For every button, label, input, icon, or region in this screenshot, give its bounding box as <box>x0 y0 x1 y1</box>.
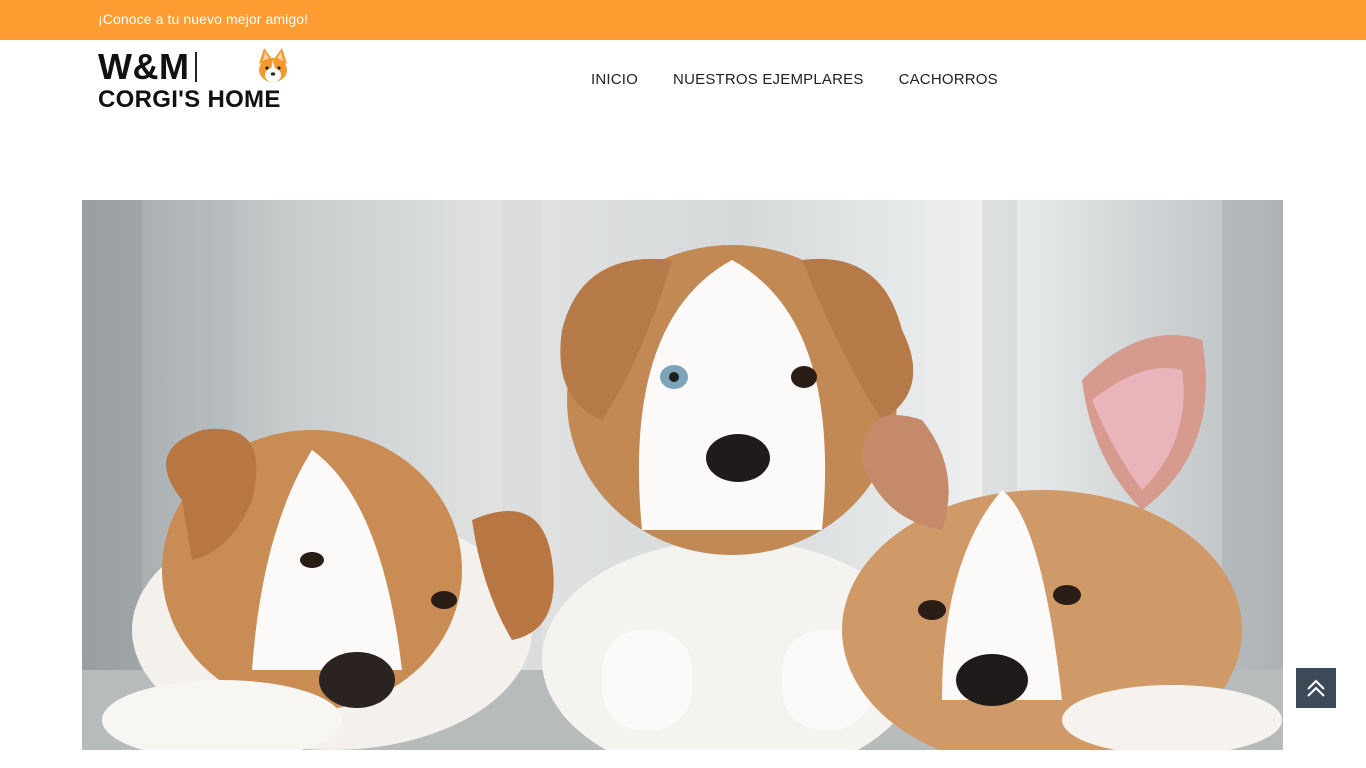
hero-puppies-image <box>82 200 1283 750</box>
puppies-illustration <box>82 200 1283 750</box>
nav-item-cachorros[interactable]: CACHORROS <box>899 71 998 88</box>
logo-wordmark: W&M <box>98 48 203 86</box>
top-announcement-bar: ¡Conoce a tu nuevo mejor amigo! <box>0 0 1366 40</box>
logo-brand-text: W&M <box>98 46 190 87</box>
left-puppy <box>102 428 554 750</box>
tagline-text: ¡Conoce a tu nuevo mejor amigo! <box>98 11 309 27</box>
scroll-to-top-button[interactable] <box>1296 668 1336 708</box>
logo-subtitle: CORGI'S HOME <box>98 86 281 113</box>
right-puppy <box>842 335 1282 750</box>
site-logo[interactable]: W&M CORGI'S HOME <box>98 46 292 116</box>
double-chevron-up-icon <box>1307 679 1325 697</box>
nav-item-nuestros-ejemplares[interactable]: NUESTROS EJEMPLARES <box>673 71 864 88</box>
corgi-head-icon <box>259 48 287 82</box>
logo-divider <box>195 52 198 82</box>
nav-item-inicio[interactable]: INICIO <box>591 71 638 88</box>
main-navigation: INICIO NUESTROS EJEMPLARES CACHORROS <box>591 71 998 88</box>
